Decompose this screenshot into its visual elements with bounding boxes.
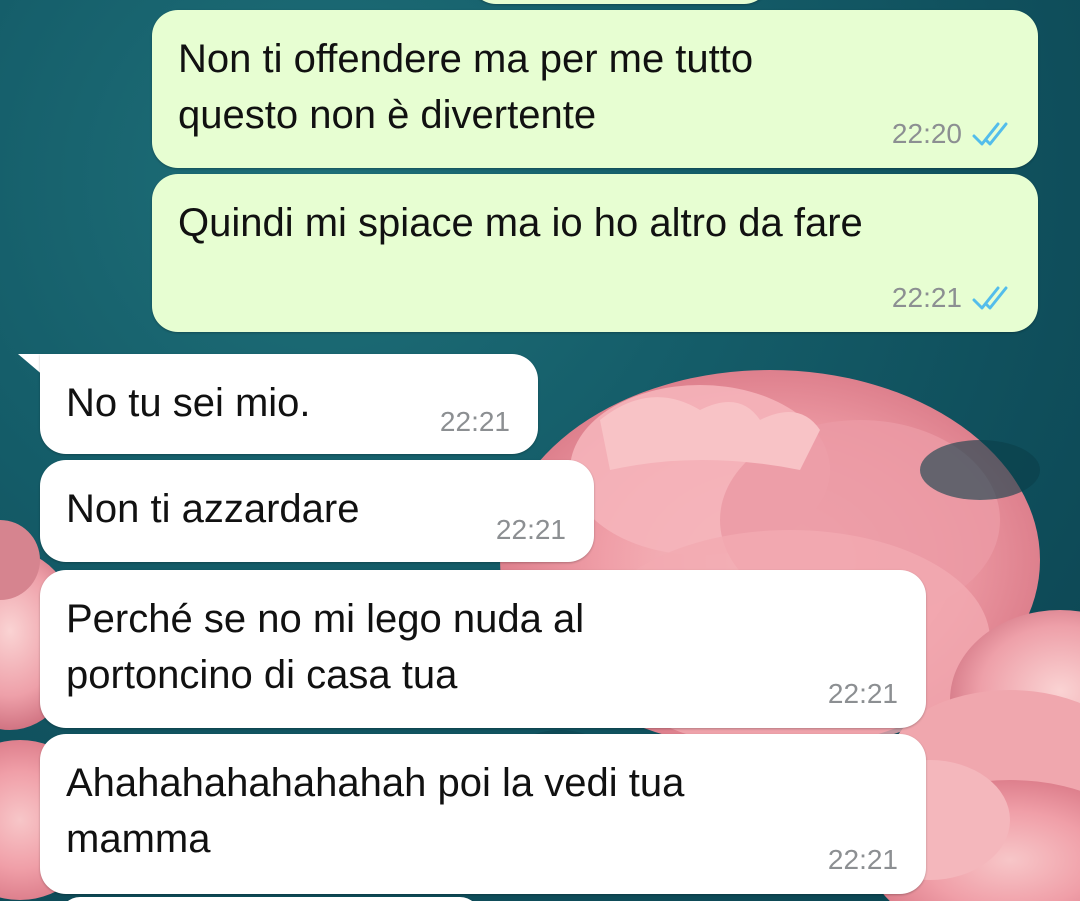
message-time: 22:21 <box>891 282 962 313</box>
message-bubble-partial-top <box>470 0 770 4</box>
message-bubble-incoming[interactable]: No tu sei mio. 22:21 <box>40 354 538 454</box>
message-time: 22:21 <box>827 678 898 709</box>
message-time: 22:21 <box>439 406 510 437</box>
message-bubble-incoming[interactable]: Non ti azzardare 22:21 <box>40 460 594 562</box>
double-check-read-icon <box>972 286 1008 310</box>
message-bubble-outgoing[interactable]: Quindi mi spiace ma io ho altro da fare … <box>152 174 1038 332</box>
message-bubble-incoming[interactable]: Ahahahahahahahah poi la vedi tua mamma 2… <box>40 734 926 894</box>
message-bubble-outgoing[interactable]: Non ti offendere ma per me tutto questo … <box>152 10 1038 168</box>
message-text: Non ti offendere ma per me tutto questo … <box>178 37 754 137</box>
message-meta: 22:20 <box>892 118 1016 150</box>
message-text: Ahahahahahahahah poi la vedi tua mamma <box>66 761 685 861</box>
message-bubble-incoming[interactable]: Perché se no mi lego nuda al portoncino … <box>40 570 926 728</box>
message-meta: 22:21 <box>892 282 1016 314</box>
message-meta: 22:21 <box>828 678 898 710</box>
double-check-read-icon <box>972 122 1008 146</box>
message-bubble-partial-bottom <box>60 897 480 901</box>
message-text: Non ti azzardare <box>66 487 360 531</box>
message-text: Quindi mi spiace ma io ho altro da fare <box>178 201 863 245</box>
message-meta: 22:21 <box>496 514 566 546</box>
message-text: No tu sei mio. <box>66 381 311 425</box>
message-time: 22:21 <box>495 514 566 545</box>
message-time: 22:20 <box>891 118 962 149</box>
message-text: Perché se no mi lego nuda al portoncino … <box>66 597 585 697</box>
message-meta: 22:21 <box>828 844 898 876</box>
message-time: 22:21 <box>827 844 898 875</box>
message-meta: 22:21 <box>440 406 510 438</box>
